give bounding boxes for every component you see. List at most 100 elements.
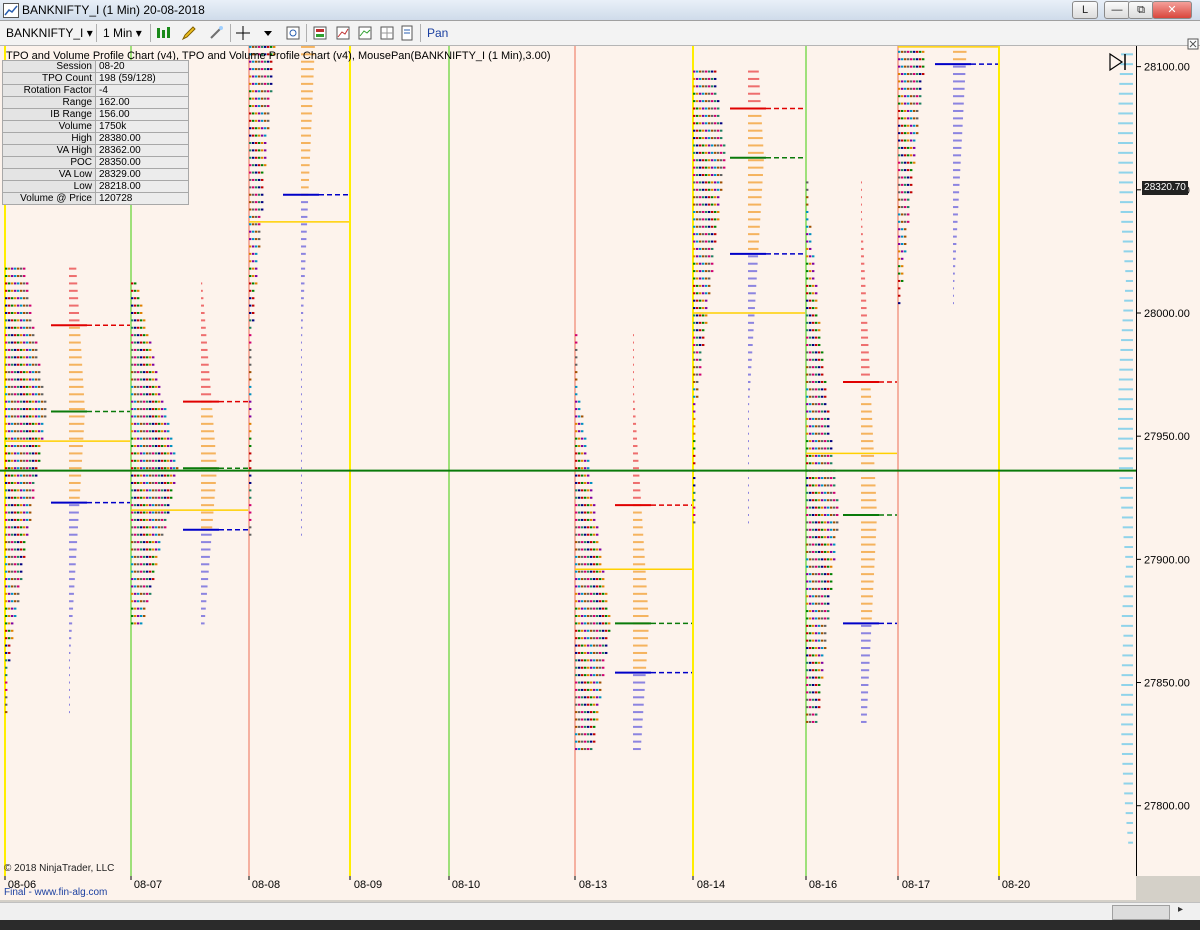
tpo-block	[806, 499, 809, 502]
tpo-block	[170, 445, 173, 448]
tpo-block	[827, 565, 830, 568]
tpo-block	[35, 356, 38, 359]
tpo-block	[824, 454, 827, 457]
tpo-block	[696, 144, 699, 147]
tpo-block	[167, 445, 170, 448]
tpo-block	[821, 543, 824, 546]
pointer-icon[interactable]	[235, 25, 251, 41]
interval-selector[interactable]: 1 Min ▾	[103, 24, 142, 42]
pan-button[interactable]: Pan	[427, 24, 448, 42]
tpo-block	[264, 45, 267, 48]
tpo-block	[815, 284, 818, 287]
tpo-block	[901, 257, 904, 260]
volume-profile-bar	[201, 356, 209, 359]
tpo-block	[161, 489, 164, 492]
tpo-block	[711, 129, 714, 132]
tpo-block	[581, 555, 584, 558]
tpo-block	[584, 696, 587, 699]
tpo-block	[809, 528, 812, 531]
tpo-block	[258, 97, 261, 100]
tpo-block	[270, 90, 273, 93]
tpo-block	[249, 511, 252, 514]
volume-profile-bar	[861, 270, 865, 273]
strategies-icon[interactable]	[357, 25, 373, 41]
tpo-block	[815, 720, 818, 723]
tpo-block	[158, 541, 161, 544]
tpo-block	[714, 174, 717, 177]
link-button[interactable]: L	[1072, 1, 1098, 19]
tpo-block	[14, 356, 17, 359]
tpo-block	[898, 154, 901, 157]
close-button[interactable]: ✕	[1152, 1, 1192, 19]
tpo-block	[137, 437, 140, 440]
restore-button[interactable]: ⧉	[1128, 1, 1154, 19]
tpo-block	[593, 541, 596, 544]
tpo-block	[584, 563, 587, 566]
data-box-icon[interactable]	[312, 25, 328, 41]
chart-style-icon[interactable]	[155, 25, 171, 41]
tpo-block	[26, 467, 29, 470]
pencil-icon[interactable]	[181, 25, 197, 41]
volume-profile-bar	[861, 639, 871, 642]
tpo-block	[155, 496, 158, 499]
tpo-block	[255, 75, 258, 78]
tpo-block	[702, 151, 705, 154]
tpo-block	[140, 526, 143, 529]
tpo-block	[164, 481, 167, 484]
tpo-block	[717, 107, 720, 110]
volume-profile-bar	[748, 255, 759, 258]
tpo-block	[812, 676, 815, 679]
tpo-block	[717, 144, 720, 147]
tpo-block	[702, 174, 705, 177]
tpo-block	[255, 164, 258, 167]
indicators-icon[interactable]	[335, 25, 351, 41]
grid-icon[interactable]	[379, 25, 395, 41]
volume-profile-bar	[301, 156, 310, 159]
volume-profile-bar	[201, 533, 212, 536]
minimize-button[interactable]: —	[1104, 1, 1130, 19]
volume-profile-bar	[301, 186, 309, 189]
tpo-block	[824, 410, 827, 413]
tpo-block	[711, 77, 714, 80]
volume-profile-bar	[953, 102, 964, 105]
tpo-block	[705, 277, 708, 280]
volume-profile-bar	[301, 119, 312, 122]
tpo-block	[812, 521, 815, 524]
volume-profile-bar	[861, 247, 864, 250]
tpo-block	[815, 366, 818, 369]
tpo-block	[821, 573, 824, 576]
tpo-block	[131, 555, 134, 558]
tpo-block	[20, 467, 23, 470]
volume-profile-bar	[633, 681, 646, 684]
composite-profile-bar	[1121, 683, 1133, 686]
tpo-block	[137, 378, 140, 381]
tpo-block	[20, 548, 23, 551]
volume-profile-bar	[748, 203, 762, 206]
tpo-block	[830, 440, 833, 443]
tpo-block	[152, 481, 155, 484]
tpo-block	[714, 233, 717, 236]
tpo-block	[696, 166, 699, 169]
instrument-selector[interactable]: BANKNIFTY_I ▾	[6, 24, 93, 42]
tpo-block	[696, 270, 699, 273]
zoom-icon[interactable]	[285, 25, 301, 41]
tpo-block	[714, 70, 717, 73]
tpo-block	[155, 563, 158, 566]
tpo-block	[593, 570, 596, 573]
volume-profile-bar	[69, 474, 82, 477]
tpo-block	[38, 422, 41, 425]
tpo-block	[261, 119, 264, 122]
properties-icon[interactable]	[399, 25, 415, 41]
tpo-block	[910, 80, 913, 83]
tpo-block	[134, 408, 137, 411]
tpo-block	[821, 565, 824, 568]
tpo-block	[35, 467, 38, 470]
tpo-block	[5, 548, 8, 551]
wand-icon[interactable]	[208, 25, 224, 41]
tpo-block	[14, 437, 17, 440]
dropdown-arrow-icon[interactable]	[260, 25, 276, 41]
tpo-block	[134, 304, 137, 307]
tpo-block	[699, 277, 702, 280]
tpo-block	[146, 363, 149, 366]
tpo-block	[575, 585, 578, 588]
